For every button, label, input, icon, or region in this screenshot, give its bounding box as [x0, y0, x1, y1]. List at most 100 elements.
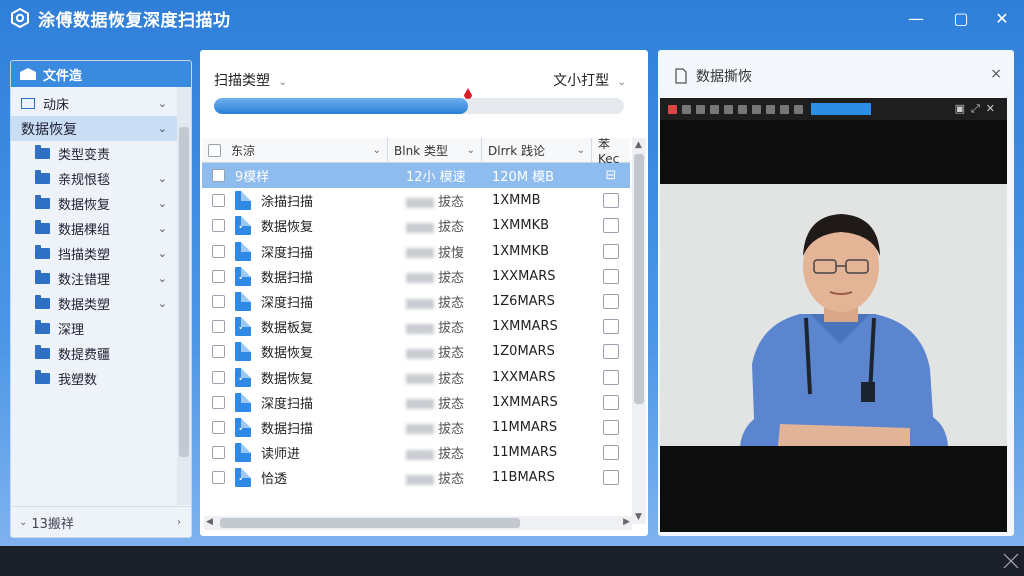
sidebar-item[interactable]: 深理	[11, 316, 191, 341]
scroll-down-icon[interactable]: ▼	[635, 512, 642, 522]
table-row[interactable]: 9模样 12小 模速 120M 模B ⊟	[202, 163, 630, 189]
row-checkbox[interactable]	[212, 194, 225, 208]
sidebar-item[interactable]: 数提费疆	[11, 341, 191, 366]
row-checkbox[interactable]	[212, 446, 225, 460]
minimize-button[interactable]: —	[903, 6, 929, 30]
row-checkbox[interactable]	[212, 320, 225, 334]
toolbar-icon[interactable]	[738, 104, 747, 114]
table-horizontal-scroll-thumb[interactable]	[220, 518, 520, 528]
sidebar-item[interactable]: 数据恢复 ⌄	[11, 191, 191, 216]
maximize-button[interactable]: ▢	[948, 6, 974, 30]
table-row[interactable]: ✓ 恰透 拔态 11BMARS	[202, 465, 630, 490]
row-checkbox[interactable]	[212, 471, 225, 485]
scroll-up-icon[interactable]: ▲	[635, 140, 642, 150]
resize-grip-icon[interactable]	[1002, 552, 1020, 570]
table-vertical-scroll-thumb[interactable]	[634, 154, 644, 404]
row-menu-icon[interactable]: ⊟	[606, 168, 617, 183]
preview-close-button[interactable]: ×	[990, 66, 1002, 82]
row-checkbox[interactable]	[212, 219, 225, 233]
sidebar-scroll-thumb[interactable]	[179, 127, 189, 457]
chevron-down-icon[interactable]: ⌄	[158, 247, 167, 260]
column-header-size[interactable]: Dlrrk 践论 ⌄	[482, 138, 592, 162]
toolbar-icon[interactable]	[794, 104, 803, 114]
sidebar-item[interactable]: 挡描类塑 ⌄	[11, 241, 191, 266]
table-row[interactable]: 数据恢复 拔态 1Z0MARS	[202, 339, 630, 364]
select-all-checkbox[interactable]	[208, 143, 221, 157]
table-row[interactable]: 涂描扫描 拔态 1XMMB	[202, 188, 630, 213]
sidebar-header[interactable]: 文件造	[11, 61, 191, 87]
row-checkbox[interactable]	[212, 269, 225, 283]
format-dropdown[interactable]: 文小打型 ⌄	[553, 70, 626, 90]
row-select-checkbox[interactable]	[603, 419, 619, 435]
chevron-down-icon[interactable]: ⌄	[158, 222, 167, 235]
row-select-checkbox[interactable]	[603, 218, 619, 234]
sidebar-item[interactable]: 数据恢复 ⌄	[11, 116, 191, 141]
row-select-checkbox[interactable]	[603, 344, 619, 360]
sidebar-item[interactable]: 数据类塑 ⌄	[11, 291, 191, 316]
row-select-checkbox[interactable]	[603, 394, 619, 410]
row-checkbox[interactable]	[212, 244, 225, 258]
row-checkbox[interactable]	[212, 295, 225, 309]
row-select-checkbox[interactable]	[603, 369, 619, 385]
table-horizontal-scrollbar[interactable]: ◀ ▶	[204, 516, 632, 530]
chevron-down-icon[interactable]: ⌄	[158, 197, 167, 210]
sidebar-footer[interactable]: ⌄ 13搬祥 ›	[11, 506, 191, 537]
scroll-left-icon[interactable]: ◀	[206, 517, 213, 527]
sidebar-item[interactable]: 亲规恨毯 ⌄	[11, 166, 191, 191]
table-row[interactable]: 读师进 拔态 11MMARS	[202, 440, 630, 465]
scroll-right-icon[interactable]: ▶	[623, 517, 630, 527]
table-row[interactable]: 深度扫描 拔态 1Z6MARS	[202, 289, 630, 314]
sidebar-item[interactable]: 我塑数	[11, 366, 191, 391]
table-row[interactable]: ✓ 数据扫描 拔态 11MMARS	[202, 415, 630, 440]
file-icon: ✓	[235, 468, 251, 488]
toolbar-icon[interactable]	[752, 104, 761, 114]
row-checkbox[interactable]	[212, 420, 225, 434]
table-row[interactable]: ✓ 数据恢复 拔态 1XMMKB	[202, 213, 630, 238]
chevron-down-icon[interactable]: ⌄	[158, 297, 167, 310]
table-row[interactable]: ✓ 数据恢复 拔态 1XXMARS	[202, 365, 630, 390]
row-checkbox[interactable]	[212, 345, 225, 359]
toolbar-icon[interactable]	[724, 104, 733, 114]
video-window-controls[interactable]: ▣⤢✕	[955, 102, 1001, 116]
table-vertical-scrollbar[interactable]: ▲ ▼	[632, 138, 646, 524]
column-header-type[interactable]: Blnk 类型 ⌄	[388, 138, 482, 162]
sidebar-item[interactable]: 类型变责	[11, 141, 191, 166]
sidebar-item[interactable]: 动床 ⌄	[11, 91, 191, 116]
scan-type-dropdown[interactable]: 扫描类塑 ⌄	[214, 70, 287, 90]
chevron-down-icon[interactable]: ⌄	[158, 97, 167, 110]
row-select-checkbox[interactable]	[603, 319, 619, 335]
toolbar-icon[interactable]	[780, 104, 789, 114]
table-row[interactable]: ✓ 数据扫描 拔态 1XXMARS	[202, 264, 630, 289]
video-timeline[interactable]	[811, 103, 871, 115]
sidebar-scrollbar[interactable]	[177, 87, 191, 505]
video-player[interactable]: ▣⤢✕	[660, 98, 1007, 532]
row-checkbox[interactable]	[212, 169, 225, 183]
cell-type: 拔态	[388, 393, 482, 412]
table-row[interactable]: ✓ 数据板复 拔态 1XMMARS	[202, 314, 630, 339]
toolbar-icon[interactable]	[766, 104, 775, 114]
column-header-select[interactable]: 苯Kec	[592, 138, 630, 166]
row-select-checkbox[interactable]	[603, 470, 619, 486]
row-select-checkbox[interactable]	[603, 445, 619, 461]
toolbar-icon[interactable]	[710, 104, 719, 114]
row-select-checkbox[interactable]	[603, 268, 619, 284]
column-header-name[interactable]: 东涼 ⌄	[202, 138, 388, 162]
table-row[interactable]: 深度扫描 拔愎 1XMMKB	[202, 239, 630, 264]
sidebar-item[interactable]: 数注错理 ⌄	[11, 266, 191, 291]
record-icon[interactable]	[668, 104, 677, 114]
row-checkbox[interactable]	[212, 370, 225, 384]
chevron-down-icon[interactable]: ⌄	[158, 272, 167, 285]
toolbar-icon[interactable]	[682, 104, 691, 114]
sidebar-item[interactable]: 数据棵组 ⌄	[11, 216, 191, 241]
close-button[interactable]: ✕	[989, 6, 1015, 30]
chevron-down-icon[interactable]: ⌄	[158, 122, 167, 135]
chevron-down-icon[interactable]: ⌄	[158, 172, 167, 185]
row-select-checkbox[interactable]	[603, 294, 619, 310]
cell-type: 拔态	[388, 216, 482, 235]
toolbar-icon[interactable]	[696, 104, 705, 114]
row-select-checkbox[interactable]	[603, 243, 619, 259]
row-select-checkbox[interactable]	[603, 193, 619, 209]
table-row[interactable]: 深度扫描 拔态 1XMMARS	[202, 390, 630, 415]
row-checkbox[interactable]	[212, 395, 225, 409]
person-thumbnail-image	[660, 184, 1007, 446]
